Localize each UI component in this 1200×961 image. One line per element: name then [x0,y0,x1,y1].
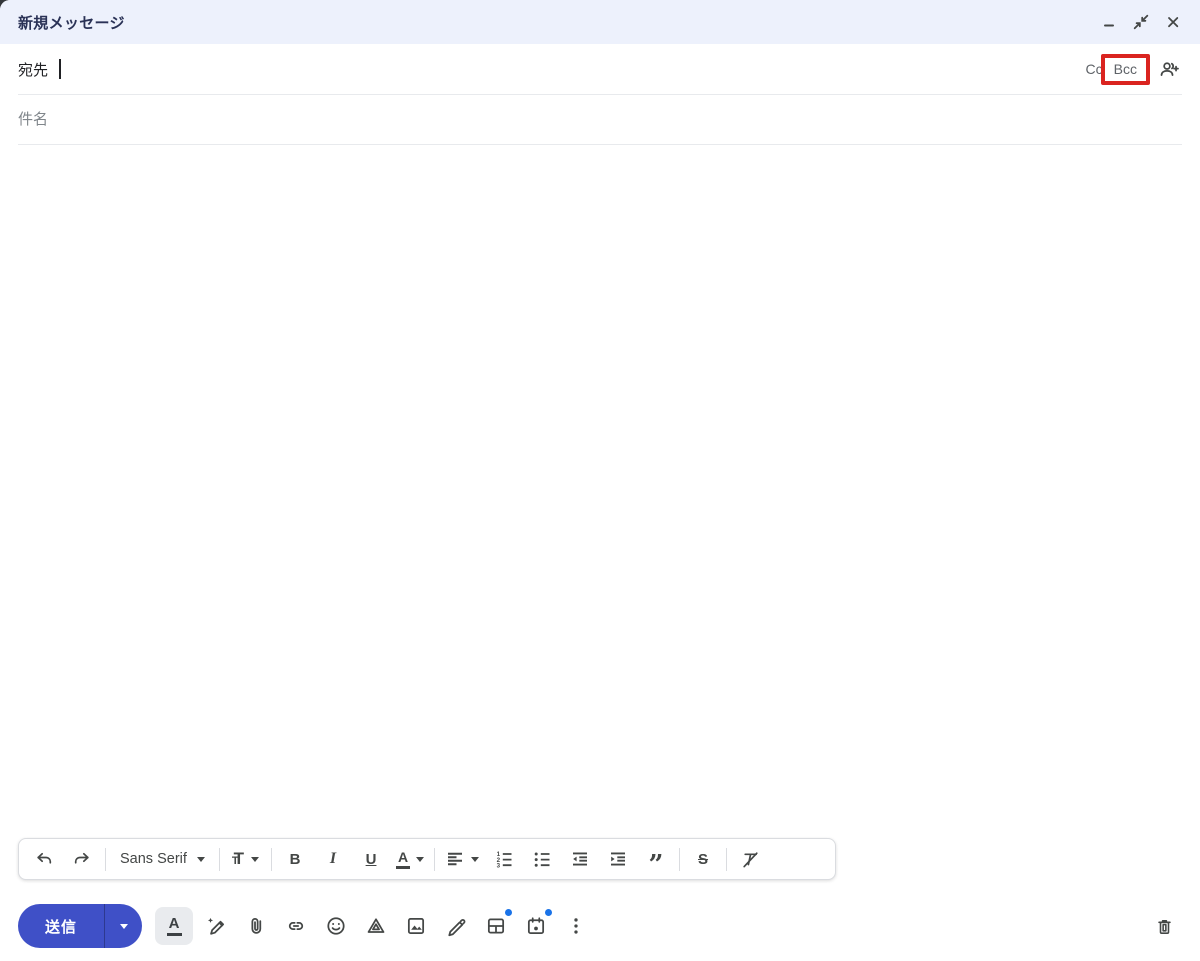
indent-increase-icon [611,852,626,866]
compose-titlebar: 新規メッセージ [0,0,1200,44]
calendar-icon [527,917,545,935]
toolbar-divider [218,847,220,871]
pop-in-icon [1133,14,1149,30]
remove-formatting-icon [743,852,758,868]
calendar-button[interactable] [516,907,556,945]
italic-button[interactable]: I [314,842,352,876]
formatting-options-toggle[interactable]: A [155,907,194,945]
new-feature-badge [505,909,513,916]
toolbar-divider [726,847,728,871]
chevron-down-icon [251,856,260,862]
subject-input[interactable] [18,111,1182,128]
pop-in-button[interactable] [1128,9,1154,35]
toolbar-divider [434,847,436,871]
toolbar-divider [679,847,681,871]
text-color-icon: A [396,849,411,869]
more-options-button[interactable] [556,907,596,945]
toolbar-divider [105,847,106,871]
close-button[interactable] [1160,9,1186,35]
subject-row [18,95,1182,145]
underline-button[interactable]: U [352,842,390,876]
formatting-toolbar: Sans Serif TT B I U A 1 2 3 ” S [18,838,836,880]
font-family-selector[interactable]: Sans Serif [110,842,215,876]
trash-icon [1157,919,1171,934]
undo-button[interactable] [25,842,63,876]
font-size-icon: TT [231,849,245,868]
signature-pen-button[interactable] [436,907,476,945]
indent-decrease-icon [573,852,588,866]
indent-increase-button[interactable] [599,842,637,876]
redo-button[interactable] [63,842,101,876]
bullet-list-icon [534,852,550,867]
add-contacts-button[interactable] [1156,56,1182,82]
to-label: 宛先 [18,61,49,79]
numbered-list-icon: 1 2 3 [497,851,512,869]
align-left-icon [448,852,463,866]
layouts-button[interactable] [476,907,516,945]
new-feature-badge [545,909,553,916]
insert-emoji-button[interactable] [316,907,356,945]
paperclip-icon [251,918,262,934]
compose-window: 新規メッセージ 宛先 Cc Bcc 件名 Sans Serif TT B I U… [0,0,1200,961]
quote-icon: ” [648,850,664,880]
italic-icon: I [329,850,337,867]
bullet-list-button[interactable] [523,842,561,876]
compose-title: 新規メッセージ [18,14,125,32]
strikethrough-button[interactable]: S [684,842,722,876]
emoji-icon [327,917,345,935]
text-color-button[interactable]: A [390,842,430,876]
pen-icon [448,919,466,937]
pen-sparkle-icon [207,917,225,935]
remove-formatting-button[interactable] [731,842,769,876]
more-vertical-icon [574,918,578,934]
chevron-down-icon [416,856,425,862]
insert-photo-button[interactable] [396,907,436,945]
window-controls [1096,9,1186,35]
person-add-icon [1160,62,1179,77]
annotation-red-box: Bcc [1100,53,1150,85]
redo-icon [74,852,89,864]
underline-icon: U [365,850,377,868]
link-icon [288,922,304,930]
discard-draft-button[interactable] [1144,907,1184,945]
recipients-row: 宛先 Cc Bcc [18,44,1182,95]
undo-icon [37,852,52,864]
minimize-icon [1104,24,1114,27]
to-input[interactable] [60,44,1086,94]
layouts-table-icon [487,918,505,934]
insert-drive-button[interactable] [356,907,396,945]
attach-file-button[interactable] [236,907,276,945]
numbered-list-button[interactable]: 1 2 3 [485,842,523,876]
quote-button[interactable]: ” [637,842,675,880]
cc-bcc-group: Cc Bcc [1086,53,1182,85]
bold-button[interactable]: B [276,842,314,876]
drive-icon [367,918,385,933]
send-options-button[interactable] [105,904,142,948]
font-family-label: Sans Serif [120,851,187,867]
close-icon [1168,17,1179,28]
chevron-down-icon [196,856,205,862]
font-size-selector[interactable]: TT [224,842,267,876]
toolbar-divider [271,847,273,871]
minimize-button[interactable] [1096,9,1122,35]
svg-text:3: 3 [497,862,501,869]
formatting-a-icon: A [166,916,182,937]
help-me-write-button[interactable] [196,907,236,945]
insert-link-button[interactable] [276,907,316,945]
align-button[interactable] [439,842,485,876]
image-icon [407,917,425,935]
compose-footer: 送信 A [18,903,1184,949]
indent-decrease-button[interactable] [561,842,599,876]
chevron-down-icon [471,856,480,862]
bcc-button[interactable]: Bcc [1114,61,1137,77]
chevron-down-icon [119,923,128,929]
bold-icon: B [289,850,301,868]
strikethrough-icon: S [698,850,709,868]
send-button[interactable]: 送信 [18,904,104,948]
send-split-button: 送信 [18,904,143,948]
